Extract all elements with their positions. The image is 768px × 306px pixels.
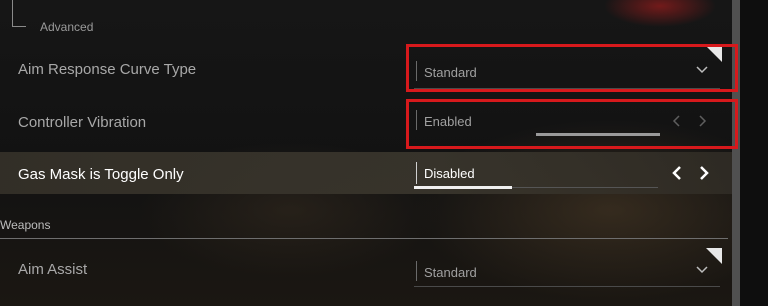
aim-assist-dropdown[interactable]: Standard [414, 246, 722, 294]
chevron-right-icon[interactable] [699, 165, 709, 181]
dropdown-underline [414, 286, 720, 287]
setting-label: Aim Response Curve Type [18, 61, 197, 78]
dropdown-value: Standard [424, 265, 477, 280]
setting-label: Aim Assist [18, 261, 88, 278]
highlight-frame-controller-vibration [406, 99, 738, 149]
setting-label: Gas Mask is Toggle Only [18, 166, 184, 183]
highlight-frame-aim-response [406, 44, 738, 92]
section-bracket [12, 0, 26, 27]
chevron-down-icon[interactable] [696, 266, 708, 274]
section-label-weapons: Weapons [0, 218, 51, 232]
section-label-advanced: Advanced [40, 20, 94, 34]
gas-mask-toggle-selector[interactable]: Disabled [414, 152, 720, 194]
setting-row-gas-mask-toggle[interactable]: Gas Mask is Toggle Only Disabled [0, 152, 732, 194]
selector-track [414, 186, 658, 189]
setting-label: Controller Vibration [18, 114, 147, 131]
selector-value: Disabled [424, 166, 475, 181]
value-divider [416, 162, 417, 184]
section-header-advanced: Advanced [0, 0, 732, 44]
value-divider [416, 261, 417, 281]
setting-row-aim-assist[interactable]: Aim Assist Standard [0, 246, 732, 294]
right-gutter [740, 0, 768, 306]
selector-fill [414, 186, 512, 189]
chevron-left-icon[interactable] [672, 165, 682, 181]
section-divider [0, 238, 728, 239]
corner-marker-icon [706, 248, 722, 264]
